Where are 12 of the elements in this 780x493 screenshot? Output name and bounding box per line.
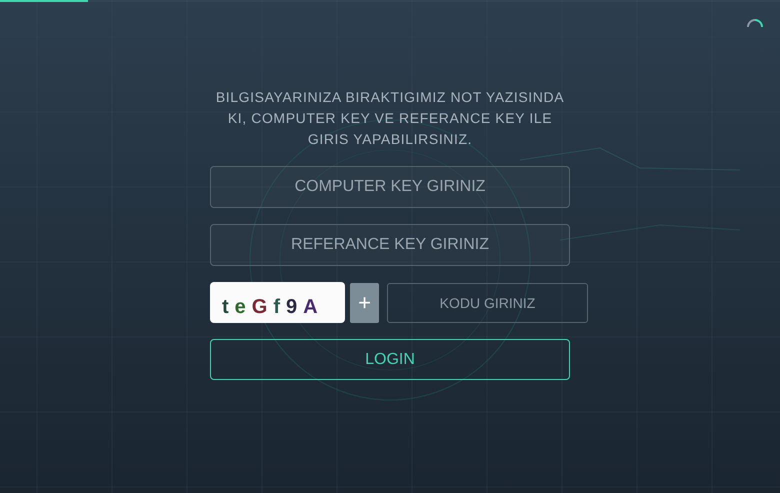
key-input-field[interactable]: REFERANCE KEY GIRINIZ — [210, 224, 570, 266]
captcha-character: t — [222, 296, 229, 319]
login-button[interactable]: LOGIN — [210, 339, 570, 380]
captcha-character: e — [234, 296, 246, 319]
captcha-character: G — [252, 296, 268, 319]
instruction-text: BILGISAYARINIZA BIRAKTIGIMIZ NOT YAZISINDA KI, COMPUTER KEY VE REFERANCE KEY ILE GIRIS YAPABILIRSINIZ. — [214, 88, 566, 149]
loading-spinner-icon — [747, 19, 763, 28]
key-input-field[interactable]: COMPUTER KEY GIRINIZ — [210, 166, 570, 208]
captcha-character: f — [273, 296, 280, 319]
captcha-character: 9 — [286, 296, 298, 319]
captcha-character: A — [303, 296, 318, 319]
captcha-input-field[interactable]: KODU GIRINIZ — [387, 282, 588, 322]
